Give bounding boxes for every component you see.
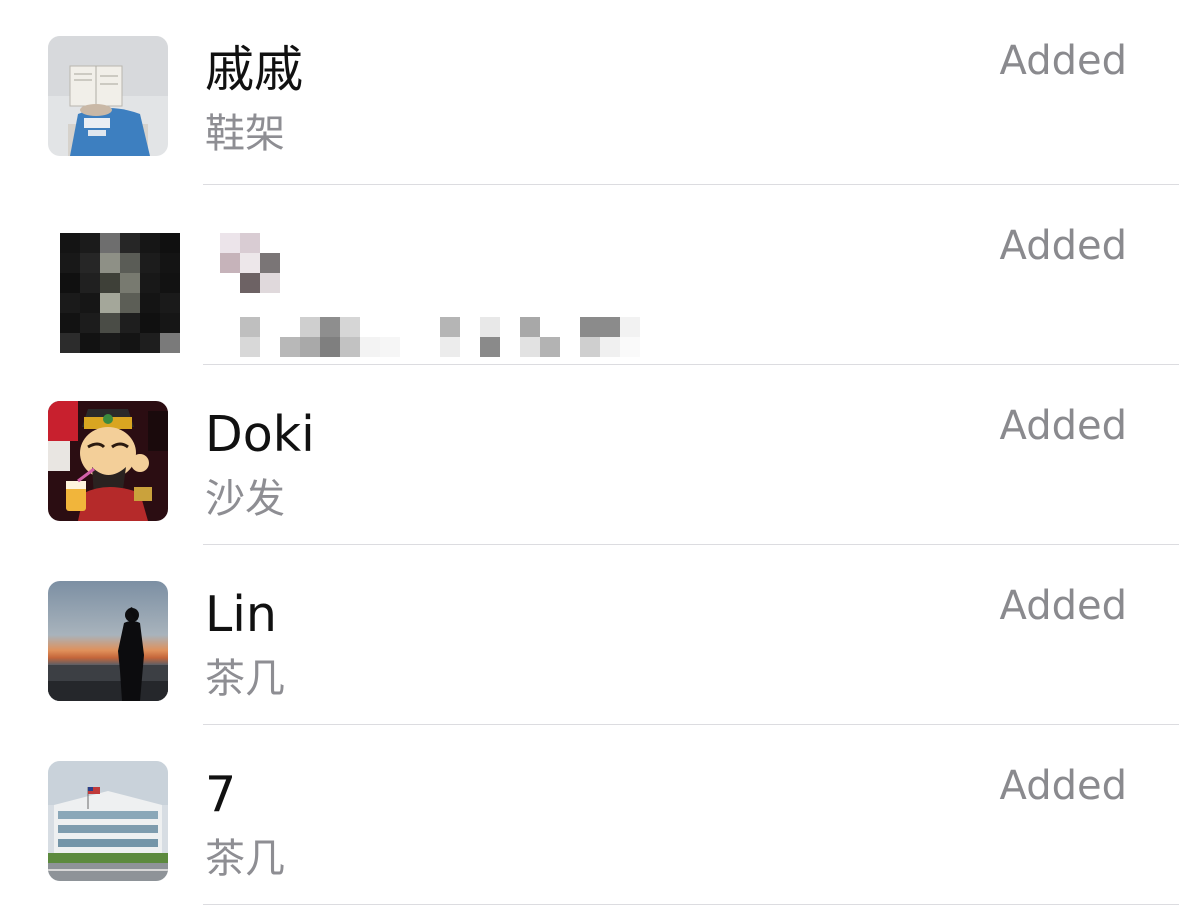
contact-row[interactable]: 戚戚 鞋架 Added xyxy=(0,0,1179,185)
contact-row[interactable]: Lin 茶几 Added xyxy=(0,545,1179,725)
cartoon-deity-avatar[interactable] xyxy=(48,401,168,521)
contact-subtitle: 茶几 xyxy=(205,836,285,882)
avatar-image xyxy=(48,761,168,881)
added-status: Added xyxy=(999,38,1127,84)
avatar-image xyxy=(48,401,168,521)
contact-name: Lin xyxy=(205,586,277,643)
contact-name: 戚戚 xyxy=(205,41,304,98)
added-status: Added xyxy=(999,763,1127,809)
row-divider xyxy=(203,904,1179,905)
avatar-image xyxy=(48,581,168,701)
contact-row[interactable]: 7 茶几 Added xyxy=(0,725,1179,905)
redacted-subtitle xyxy=(240,317,660,357)
avatar-image xyxy=(60,233,180,353)
contact-list: 戚戚 鞋架 Added Added Doki 沙发 Added Lin 茶几 A… xyxy=(0,0,1179,905)
contact-subtitle: 沙发 xyxy=(205,476,285,522)
redacted-name xyxy=(220,233,280,293)
contact-row[interactable]: Added xyxy=(0,185,1179,365)
contact-name: 7 xyxy=(205,766,237,823)
photo-person-reading-avatar[interactable] xyxy=(48,36,168,156)
office-building-avatar[interactable] xyxy=(48,761,168,881)
pixelated-avatar[interactable] xyxy=(60,233,180,353)
added-status: Added xyxy=(999,403,1127,449)
contact-subtitle: 鞋架 xyxy=(205,111,285,157)
avatar-image xyxy=(48,36,168,156)
added-status: Added xyxy=(999,583,1127,629)
contact-subtitle: 茶几 xyxy=(205,656,285,702)
sunset-silhouette-avatar[interactable] xyxy=(48,581,168,701)
added-status: Added xyxy=(999,223,1127,269)
contact-name: Doki xyxy=(205,406,315,463)
contact-row[interactable]: Doki 沙发 Added xyxy=(0,365,1179,545)
